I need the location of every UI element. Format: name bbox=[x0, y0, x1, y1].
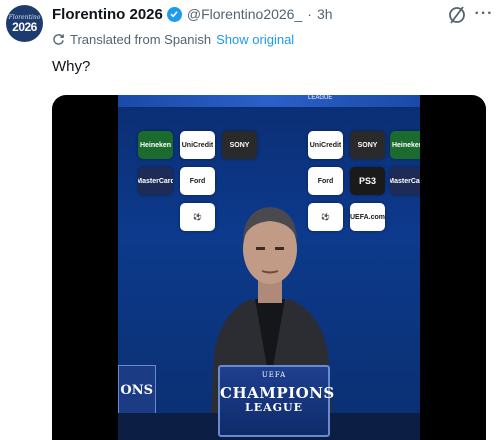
time-separator: · bbox=[307, 6, 312, 22]
avatar-text-bottom: 2026 bbox=[12, 20, 37, 34]
sponsor-logo: Heineken bbox=[138, 131, 173, 159]
avatar[interactable]: Florentino 2026 bbox=[6, 5, 43, 42]
grok-icon[interactable] bbox=[446, 4, 468, 26]
sponsor-logo: SONY bbox=[350, 131, 385, 159]
podium-champions: CHAMPIONS bbox=[220, 384, 335, 402]
verified-badge-icon bbox=[166, 6, 182, 22]
sponsor-logo: MasterCard bbox=[138, 167, 173, 195]
sponsor-logo: MasterCard bbox=[390, 167, 420, 195]
tweet-header: Florentino 2026 @Florentino2026_ · 3h bbox=[52, 4, 333, 24]
translated-label: Translated from Spanish bbox=[70, 32, 212, 47]
champions-league-podium: UEFA CHAMPIONS LEAGUE bbox=[218, 365, 335, 437]
tweet-media[interactable]: LEAGUE Heineken UniCredit SONY UniCredit SON… bbox=[52, 95, 486, 440]
more-icon[interactable]: ··· bbox=[474, 3, 494, 25]
translation-notice: Translated from Spanish Show original bbox=[52, 32, 294, 47]
avatar-text-top: Florentino bbox=[8, 14, 41, 21]
side-sign: ONS bbox=[118, 365, 156, 415]
sponsor-logo: PS3 bbox=[350, 167, 385, 195]
translate-icon bbox=[53, 34, 64, 45]
sponsor-logo: Heineken bbox=[390, 131, 420, 159]
display-name[interactable]: Florentino 2026 bbox=[52, 6, 163, 23]
tweet-text: Why? bbox=[52, 58, 91, 75]
show-original-link[interactable]: Show original bbox=[216, 32, 294, 47]
handle[interactable]: @Florentino2026_ bbox=[187, 6, 302, 22]
podium-uefa: UEFA bbox=[261, 371, 287, 379]
timestamp[interactable]: 3h bbox=[317, 6, 333, 22]
sponsor-logo: UEFA.com bbox=[350, 203, 385, 231]
podium-league: LEAGUE bbox=[244, 401, 304, 414]
video-frame: LEAGUE Heineken UniCredit SONY UniCredit SON… bbox=[118, 95, 420, 440]
